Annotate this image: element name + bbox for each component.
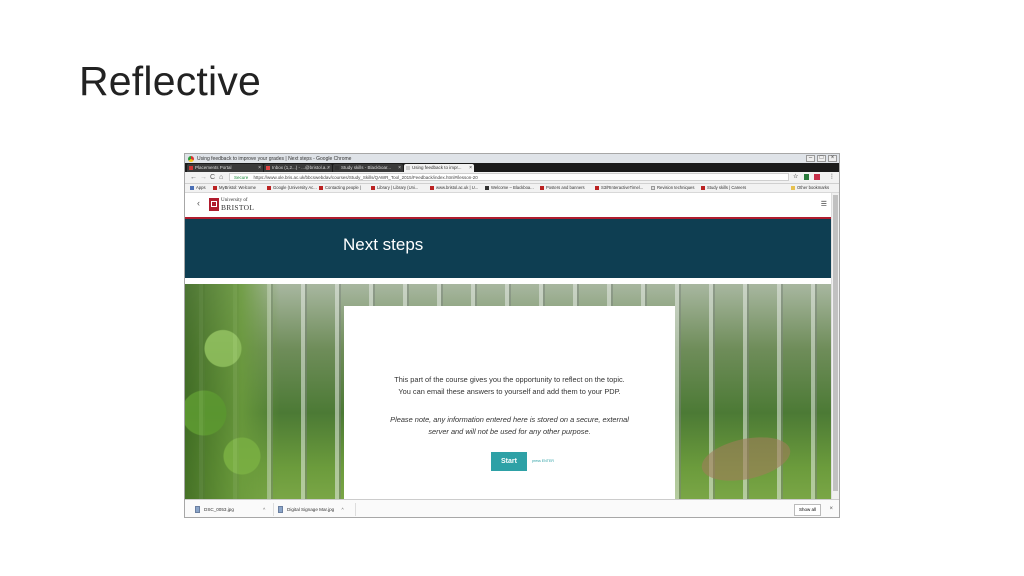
tab-close-icon[interactable]: × [327, 164, 330, 172]
tab-label: Inbox (1,2...) - ...@bristol.a... [272, 165, 330, 170]
forward-arrow-icon[interactable]: → [200, 173, 207, 182]
download-item[interactable]: Digital Signage Mar.jpg ^ [278, 504, 344, 515]
back-chevron-icon[interactable]: ‹ [197, 198, 200, 208]
chevron-up-icon[interactable]: ^ [342, 507, 344, 512]
bookmark-item[interactable]: S3/RInteractiveTimel... [595, 184, 643, 192]
tab-label: Using feedback to impr... [412, 165, 462, 170]
tab-placements[interactable]: Placements Portal × [187, 164, 263, 172]
page-banner: Next steps [185, 217, 831, 278]
show-all-button[interactable]: Show all [793, 504, 821, 516]
bookmark-item[interactable]: Revision techniques [651, 184, 694, 192]
chevron-up-icon[interactable]: ^ [263, 507, 265, 512]
enter-hint: press ENTER [532, 459, 554, 463]
image-file-icon [195, 506, 200, 513]
divider [355, 503, 356, 516]
other-bookmarks[interactable]: Other bookmarks [791, 184, 829, 192]
maximize-button[interactable]: □ [817, 155, 826, 162]
home-icon[interactable]: ⌂ [219, 173, 223, 182]
download-filename: Digital Signage Mar.jpg [287, 507, 335, 512]
path-decoration [697, 430, 795, 488]
start-button[interactable]: Start [491, 452, 527, 471]
tab-label: Study skills - Blackboar... [341, 165, 392, 170]
minimize-button[interactable]: – [806, 155, 815, 162]
bookmark-icon [267, 186, 271, 190]
bookmark-icon [213, 186, 217, 190]
bookmark-item[interactable]: Apps [190, 184, 206, 192]
tab-close-icon[interactable]: × [469, 164, 472, 172]
bookmark-icon [540, 186, 544, 190]
bookmark-icon [595, 186, 599, 190]
tab-favicon-icon [266, 166, 270, 170]
bookmark-item[interactable]: www.bristol.ac.uk | U... [430, 184, 478, 192]
tab-favicon-icon [406, 166, 410, 170]
web-page: ‹ University of BRISTOL ☰ Next steps Thi… [185, 193, 831, 499]
tab-close-icon[interactable]: × [258, 164, 261, 172]
extension-icon[interactable] [814, 174, 820, 180]
extension-icon[interactable] [804, 174, 809, 180]
tab-study-skills[interactable]: Study skills - Blackboar... × [333, 164, 403, 172]
address-bar-row: ← → C ⌂ Secure https://www.ole.bris.ac.u… [185, 172, 839, 184]
tab-inbox[interactable]: Inbox (1,2...) - ...@bristol.a... × [264, 164, 332, 172]
tab-using-feedback[interactable]: Using feedback to impr... × [404, 164, 474, 172]
foliage-decoration [185, 284, 280, 499]
apps-grid-icon [190, 186, 194, 190]
content-card: This part of the course gives you the op… [344, 306, 675, 499]
bookmark-item[interactable]: Google (University Ac... [267, 184, 317, 192]
tab-close-icon[interactable]: × [398, 164, 401, 172]
tab-strip: Placements Portal × Inbox (1,2...) - ...… [185, 163, 839, 172]
bookmark-item[interactable]: Contacting people | [319, 184, 361, 192]
bookmark-icon [371, 186, 375, 190]
chrome-icon [188, 156, 194, 162]
close-window-button[interactable]: × [828, 155, 837, 162]
bookmark-icon [701, 186, 705, 190]
logo-line2: BRISTOL [221, 203, 255, 212]
browser-screenshot: Using feedback to improve your grades | … [184, 153, 840, 518]
bookmark-item[interactable]: Welcome – Blackboa... [485, 184, 534, 192]
folder-icon [791, 186, 795, 190]
bookmark-item[interactable]: Library | Library (Uni... [371, 184, 418, 192]
page-icon [651, 186, 655, 190]
page-scrollbar[interactable] [831, 193, 839, 499]
scrollbar-thumb[interactable] [833, 195, 838, 491]
intro-text: This part of the course gives you the op… [394, 375, 625, 396]
bookmark-item[interactable]: Posters and banners [540, 184, 585, 192]
secure-label: Secure [234, 175, 249, 180]
close-downloads-icon[interactable]: × [829, 504, 833, 514]
menu-icon[interactable]: ☰ [821, 200, 827, 208]
tab-favicon-icon [189, 166, 193, 170]
url-input[interactable]: Secure https://www.ole.bris.ac.uk/bbcswe… [229, 173, 789, 181]
download-item[interactable]: DSC_0053.jpg ^ [195, 504, 265, 515]
bookmark-icon [319, 186, 323, 190]
bookmark-star-icon[interactable]: ☆ [793, 174, 798, 181]
crest-icon [209, 198, 219, 211]
downloads-bar: DSC_0053.jpg ^ Digital Signage Mar.jpg ^… [185, 499, 839, 517]
menu-dots-icon[interactable]: ⋮ [829, 174, 835, 181]
bookmark-icon [485, 186, 489, 190]
bookmarks-bar: Apps MyBristol: Welcome Google (Universi… [185, 184, 839, 193]
site-header: ‹ University of BRISTOL ☰ [185, 193, 831, 217]
slide-title: Reflective [79, 58, 262, 104]
bookmark-icon [430, 186, 434, 190]
url-text: https://www.ole.bris.ac.uk/bbcswebdav/co… [253, 175, 478, 180]
reload-icon[interactable]: C [210, 173, 215, 182]
bookmark-item[interactable]: MyBristol: Welcome [213, 184, 256, 192]
page-title: Next steps [343, 235, 424, 254]
download-filename: DSC_0053.jpg [204, 507, 234, 512]
tab-label: Placements Portal [195, 165, 232, 170]
image-file-icon [278, 506, 283, 513]
divider [273, 503, 274, 516]
tab-favicon-icon [335, 166, 339, 170]
privacy-note: Please note, any information entered her… [390, 415, 629, 436]
back-arrow-icon[interactable]: ← [190, 173, 197, 182]
university-logo[interactable]: University of BRISTOL [209, 198, 255, 212]
bookmark-item[interactable]: Study skills | Careers [701, 184, 746, 192]
